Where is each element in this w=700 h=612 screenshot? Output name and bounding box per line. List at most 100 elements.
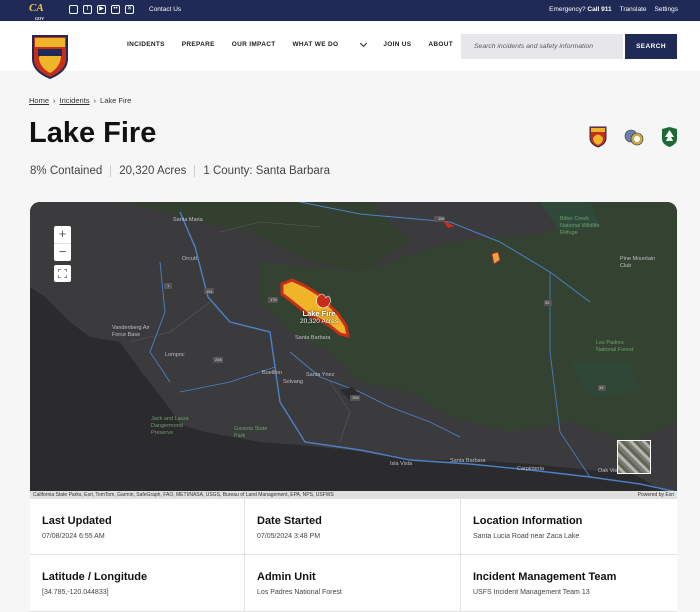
detail-label: Incident Management Team	[473, 571, 617, 583]
map-label-carpinteria: Carpinteria	[517, 466, 544, 472]
route-33-north: 33	[545, 300, 550, 305]
route-154: 154	[352, 395, 359, 400]
map-label-solvang: Solvang	[283, 379, 303, 385]
incident-details: Last Updated 07/08/2024 6:55 AM Date Sta…	[30, 499, 677, 612]
map-label-vandenberg: Vandenberg Air Force Base	[112, 325, 150, 338]
zoom-controls: + −	[54, 226, 71, 261]
map-label-gaviota: Gaviota State Park	[234, 426, 268, 439]
nav-prepare[interactable]: PREPARE	[182, 41, 215, 48]
fullscreen-button[interactable]	[54, 265, 71, 282]
county-stat: 1 County: Santa Barbara	[194, 165, 338, 177]
contact-us-link[interactable]: Contact Us	[149, 6, 181, 13]
map-canvas[interactable]	[30, 202, 677, 499]
nav-our-impact[interactable]: OUR IMPACT	[232, 41, 276, 48]
nav-about[interactable]: ABOUT	[428, 41, 453, 48]
translate-link[interactable]: Translate	[620, 6, 647, 13]
detail-label: Location Information	[473, 515, 583, 527]
detail-admin-unit: Admin Unit Los Padres National Forest	[245, 555, 461, 612]
breadcrumb-home[interactable]: Home	[29, 96, 49, 105]
emergency-link[interactable]: Emergency? Call 911	[549, 6, 612, 13]
fire-marker-label[interactable]: Lake Fire 20,320 Acres	[300, 309, 338, 325]
map-label-santa-barbara: Santa Barbara	[450, 458, 486, 464]
expand-icon	[58, 269, 67, 278]
fire-marker-name: Lake Fire	[302, 309, 336, 318]
detail-value: 07/08/2024 6:55 AM	[42, 533, 105, 540]
map-label-pine-mountain: Pine Mountain Club	[620, 256, 656, 269]
oes-seal-icon	[624, 129, 644, 146]
zoom-out-button[interactable]: −	[54, 243, 71, 260]
youtube-icon[interactable]: ▶	[97, 5, 106, 14]
zoom-in-button[interactable]: +	[54, 226, 71, 243]
basemap-toggle[interactable]	[617, 440, 651, 474]
powered-by-esri[interactable]: Powered by Esri	[638, 491, 674, 499]
emergency-call: Call 911	[587, 6, 612, 13]
detail-management-team: Incident Management Team USFS Incident M…	[461, 555, 677, 612]
map-label-santa-barbara-county: Santa Barbara	[295, 335, 331, 341]
flickr-icon[interactable]: ••	[111, 5, 120, 14]
instagram-icon[interactable]	[69, 5, 78, 14]
detail-lat-long: Latitude / Longitude [34.785,-120.044833…	[30, 555, 245, 612]
map-label-santa-maria: Santa Maria	[173, 217, 203, 223]
nav-what-we-do-label: WHAT WE DO	[292, 41, 339, 48]
facebook-icon[interactable]: f	[83, 5, 92, 14]
detail-label: Admin Unit	[257, 571, 316, 583]
detail-value: Los Padres National Forest	[257, 589, 342, 596]
fire-marker-acres: 20,320 Acres	[300, 318, 338, 325]
detail-last-updated: Last Updated 07/08/2024 6:55 AM	[30, 499, 245, 555]
utility-links: Emergency? Call 911 Translate Settings	[549, 6, 678, 13]
page-title: Lake Fire	[29, 117, 157, 149]
ca-gov-logo[interactable]: CA GOV	[29, 3, 44, 22]
x-icon[interactable]: ✕	[125, 5, 134, 14]
breadcrumb-incidents[interactable]: Incidents	[60, 96, 90, 105]
main-nav: INCIDENTS PREPARE OUR IMPACT WHAT WE DO …	[127, 39, 470, 48]
utility-bar: CA GOV f ▶ •• ✕ Contact Us Emergency? Ca…	[0, 0, 700, 21]
search-input[interactable]	[461, 34, 623, 59]
detail-location: Location Information Santa Lucia Road ne…	[461, 499, 677, 555]
settings-link[interactable]: Settings	[655, 6, 679, 13]
route-33-south: 33	[599, 385, 604, 390]
containment-stat: 8% Contained	[30, 165, 103, 177]
detail-value: 07/05/2024 3:48 PM	[257, 533, 321, 540]
chevron-down-icon	[360, 39, 368, 47]
breadcrumb-separator: ›	[93, 96, 97, 105]
detail-value: USFS Incident Management Team 13	[473, 589, 590, 596]
map-label-dangermond-preserve: Jack and Laura Dangermond Preserve	[151, 416, 189, 436]
fire-stats: 8% Contained 20,320 Acres 1 County: Sant…	[30, 165, 338, 177]
usfs-shield-icon	[662, 127, 677, 147]
breadcrumb-current: Lake Fire	[100, 96, 132, 105]
cal-fire-badge-icon	[589, 126, 607, 148]
acres-stat: 20,320 Acres	[110, 165, 194, 177]
detail-date-started: Date Started 07/05/2024 3:48 PM	[245, 499, 461, 555]
route-176: 176	[270, 297, 277, 302]
breadcrumb-separator: ›	[53, 96, 56, 105]
route-101: 101	[206, 289, 213, 294]
map-label-los-padres: Los Padres National Forest	[596, 340, 634, 353]
map-attribution: California State Parks, Esri, TomTom, Ga…	[30, 491, 677, 499]
cal-fire-logo[interactable]	[31, 33, 69, 79]
map-label-buellton: Buellton	[262, 370, 282, 376]
detail-label: Last Updated	[42, 515, 112, 527]
detail-value: Santa Lucia Road near Zaca Lake	[473, 533, 580, 540]
incident-map[interactable]: + − Santa Maria Orcutt 166 101 1 176 246…	[30, 202, 677, 499]
map-label-orcutt: Orcutt	[182, 256, 197, 262]
detail-label: Date Started	[257, 515, 322, 527]
agency-logos	[589, 126, 678, 148]
map-label-isla-vista: Isla Vista	[390, 461, 413, 467]
route-166: 166	[438, 216, 445, 221]
search-button[interactable]: SEARCH	[625, 34, 677, 59]
route-246: 246	[215, 357, 222, 362]
attribution-text: California State Parks, Esri, TomTom, Ga…	[33, 492, 334, 498]
map-label-bitter-creek: Bitter Creek National Wildlife Refuge	[560, 216, 600, 236]
map-label-santa-ynez: Santa Ynez	[306, 372, 335, 378]
detail-label: Latitude / Longitude	[42, 571, 148, 583]
nav-what-we-do[interactable]: WHAT WE DO	[292, 39, 368, 48]
nav-incidents[interactable]: INCIDENTS	[127, 41, 165, 48]
emergency-prefix: Emergency?	[549, 6, 586, 13]
map-label-lompoc: Lompoc	[165, 352, 185, 358]
nav-join-us[interactable]: JOIN US	[383, 41, 411, 48]
route-1: 1	[167, 283, 170, 288]
detail-value: [34.785,-120.044833]	[42, 589, 109, 596]
site-header: INCIDENTS PREPARE OUR IMPACT WHAT WE DO …	[0, 21, 700, 79]
social-links: f ▶ •• ✕	[69, 5, 134, 14]
breadcrumb: Home › Incidents › Lake Fire	[29, 96, 131, 105]
